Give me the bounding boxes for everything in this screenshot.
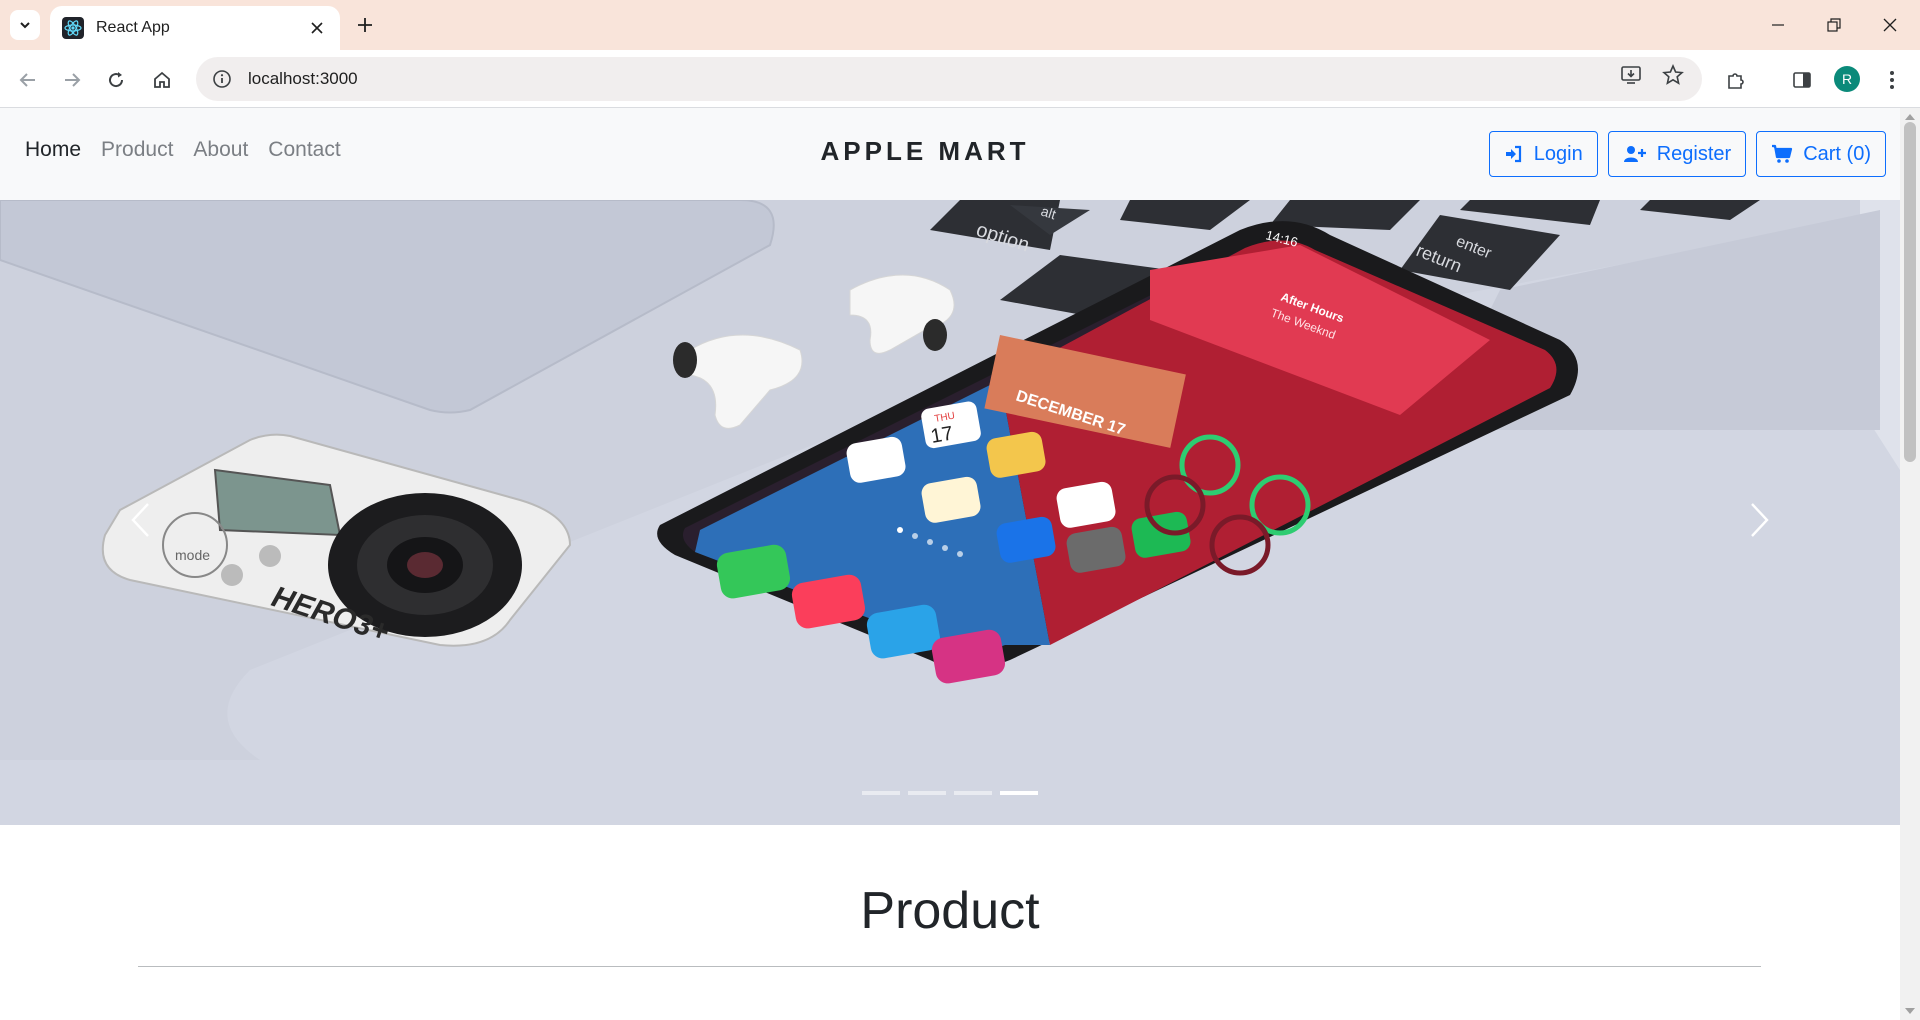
arrow-right-icon (65, 73, 81, 87)
puzzle-icon (1728, 73, 1744, 89)
close-icon (1883, 18, 1897, 32)
browser-tab-strip: React App (0, 0, 1920, 50)
page-scrollbar[interactable] (1900, 108, 1920, 1020)
restore-button[interactable] (1806, 0, 1862, 50)
profile-avatar[interactable]: R (1834, 66, 1860, 92)
hero-carousel: option alt enter return mode HERO3+ 14:1… (0, 200, 1900, 825)
react-logo-icon (62, 17, 84, 39)
login-button[interactable]: Login (1488, 131, 1598, 177)
plus-icon (358, 18, 372, 32)
side-panel-button[interactable] (1786, 64, 1818, 96)
calendar-day: 17 (929, 422, 955, 448)
scroll-up-icon[interactable] (1905, 114, 1915, 120)
cart-label: Cart (0) (1803, 142, 1871, 165)
url-text[interactable]: localhost:3000 (248, 69, 358, 89)
site-navbar: Home Product About Contact APPLE MART Lo… (0, 108, 1900, 200)
back-button[interactable] (12, 64, 44, 96)
nav-actions: Login Register Cart (0) (1488, 131, 1886, 177)
install-icon (1621, 66, 1641, 84)
new-tab-button[interactable] (350, 10, 380, 40)
user-plus-icon (1623, 146, 1646, 162)
side-panel-icon (1793, 72, 1811, 88)
tab-title: React App (96, 19, 170, 36)
page-viewport: Home Product About Contact APPLE MART Lo… (0, 108, 1900, 1020)
more-vert-icon (1890, 71, 1894, 89)
minimize-icon (1772, 24, 1784, 26)
reload-icon (109, 72, 124, 88)
chevron-down-icon (20, 22, 30, 29)
close-tab-icon[interactable] (306, 17, 328, 39)
scroll-down-icon[interactable] (1905, 1008, 1915, 1014)
bookmark-button[interactable] (1658, 60, 1688, 90)
star-icon (1662, 64, 1684, 85)
tab-search-button[interactable] (10, 10, 40, 40)
carousel-prev-button[interactable] (120, 500, 160, 540)
restore-icon (1827, 18, 1841, 32)
reload-button[interactable] (100, 64, 132, 96)
carousel-indicator-4[interactable] (1000, 791, 1038, 795)
browser-toolbar: localhost:3000 (0, 50, 1920, 108)
hero-slide-image: option alt enter return mode HERO3+ 14:1… (0, 200, 1900, 825)
extensions-button[interactable] (1720, 64, 1752, 96)
chrome-menu-button[interactable] (1876, 64, 1908, 96)
camera-mode-label: mode (175, 547, 210, 563)
carousel-next-button[interactable] (1740, 500, 1780, 540)
minimize-button[interactable] (1750, 0, 1806, 50)
chevron-right-icon (1751, 503, 1769, 537)
site-info-icon[interactable] (212, 69, 232, 89)
login-label: Login (1533, 142, 1583, 165)
home-icon (154, 71, 170, 88)
register-button[interactable]: Register (1607, 131, 1747, 177)
product-section-title: Product (860, 882, 1040, 940)
scrollbar-thumb[interactable] (1904, 122, 1916, 462)
carousel-indicator-3[interactable] (954, 791, 992, 795)
register-label: Register (1656, 142, 1732, 165)
home-button[interactable] (146, 64, 178, 96)
carousel-indicator-1[interactable] (862, 791, 900, 795)
browser-tab[interactable]: React App (50, 6, 340, 50)
carousel-indicators (0, 791, 1900, 795)
carousel-indicator-2[interactable] (908, 791, 946, 795)
cart-button[interactable]: Cart (0) (1756, 131, 1886, 177)
arrow-left-icon (19, 73, 35, 87)
forward-button[interactable] (56, 64, 88, 96)
chevron-left-icon (131, 503, 149, 537)
address-bar[interactable]: localhost:3000 (196, 57, 1702, 101)
cart-icon (1772, 144, 1793, 163)
sign-in-icon (1505, 145, 1521, 163)
close-window-button[interactable] (1862, 0, 1918, 50)
install-app-button[interactable] (1616, 60, 1646, 90)
section-divider (138, 966, 1761, 967)
